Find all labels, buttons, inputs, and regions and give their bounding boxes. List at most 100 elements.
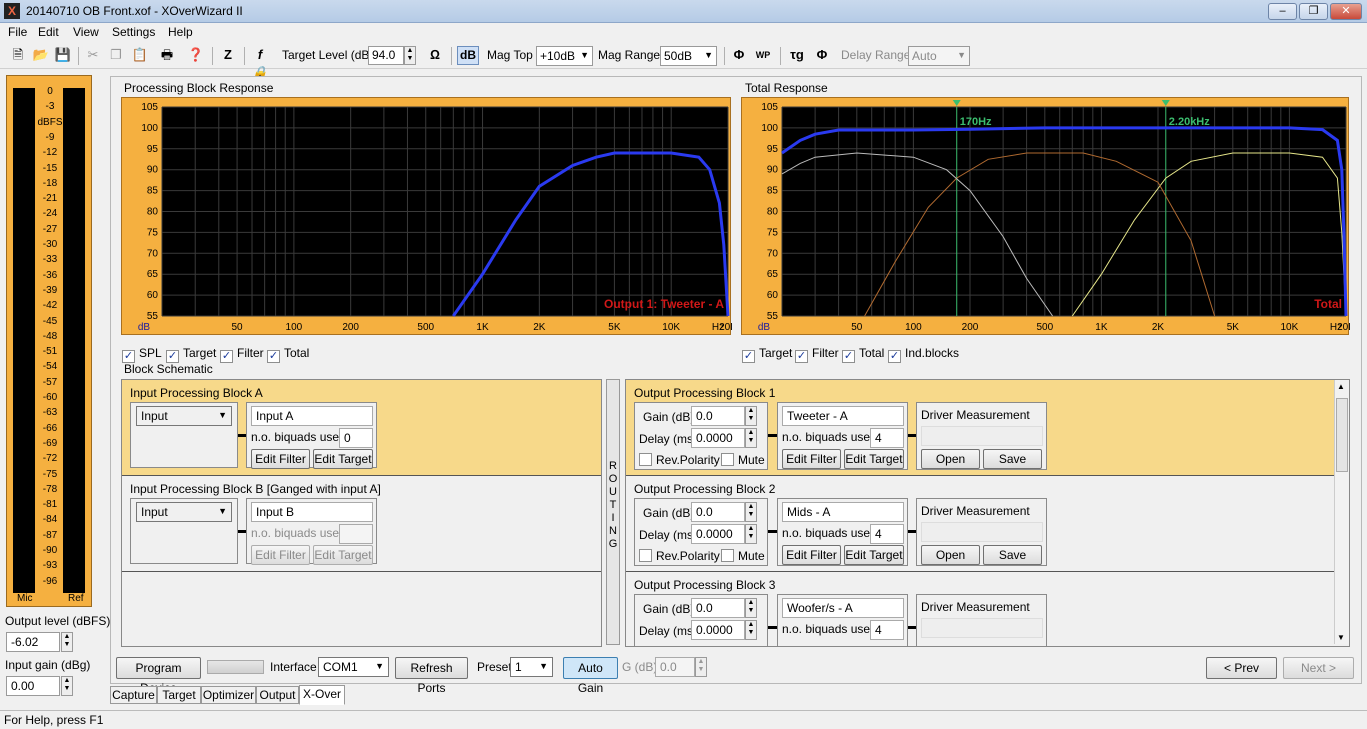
output-name-field[interactable]: Mids - A xyxy=(782,502,904,522)
group-delay-icon[interactable]: τg xyxy=(788,46,806,64)
processing-block-chart[interactable]: 105 100 95 90 85 80 75 70 65 60 55 50 100 200 500 1K 2K 5… xyxy=(121,97,732,335)
gain-input[interactable]: 0.0 xyxy=(691,598,745,618)
gain-spinner[interactable]: ▲ ▼ xyxy=(745,598,757,618)
delay-input[interactable]: 0.0000 xyxy=(691,620,745,640)
open-measurement-button[interactable]: Open xyxy=(921,449,980,469)
input-gain-spinner[interactable]: ▲ ▼ xyxy=(61,676,73,696)
wrapped-phase-icon[interactable]: WP xyxy=(754,46,772,64)
tab-capture[interactable]: Capture xyxy=(110,686,157,704)
total-checkbox[interactable]: ✓ Total xyxy=(267,346,309,363)
edit-target-button[interactable]: Edit Target xyxy=(313,545,373,565)
cut-icon[interactable]: ✂ xyxy=(84,46,102,64)
save-measurement-button[interactable]: Save xyxy=(983,449,1042,469)
delay-spinner[interactable]: ▲ ▼ xyxy=(745,620,757,640)
edit-target-button[interactable]: Edit Target xyxy=(844,545,904,565)
output-name-field[interactable]: Tweeter - A xyxy=(782,406,904,426)
open-measurement-button[interactable]: Open xyxy=(921,545,980,565)
input-source-select[interactable]: Input ▼ xyxy=(136,406,232,426)
tab-x-over[interactable]: X-Over xyxy=(299,685,345,705)
output-level-spinner[interactable]: ▲ ▼ xyxy=(61,632,73,652)
menu-view[interactable]: View xyxy=(73,25,99,39)
db-toggle-button[interactable]: dB xyxy=(457,46,479,65)
g-db-spinner[interactable]: ▲ ▼ xyxy=(695,657,707,677)
spl-checkbox[interactable]: ✓ SPL xyxy=(122,346,162,363)
copy-icon[interactable]: ❐ xyxy=(107,46,125,64)
tab-target[interactable]: Target xyxy=(157,686,201,704)
rev-polarity-checkbox[interactable]: Rev.Polarity xyxy=(639,549,720,563)
edit-target-button[interactable]: Edit Target xyxy=(313,449,373,469)
ind-blocks-checkbox[interactable]: ✓ Ind.blocks xyxy=(888,346,959,363)
gain-spinner[interactable]: ▲ ▼ xyxy=(745,502,757,522)
tab-output[interactable]: Output xyxy=(256,686,299,704)
menu-settings[interactable]: Settings xyxy=(112,25,155,39)
auto-gain-button[interactable]: Auto Gain xyxy=(563,657,618,695)
menu-file[interactable]: File xyxy=(8,25,27,39)
gain-input[interactable]: 0.0 xyxy=(691,502,745,522)
phase-icon[interactable]: Φ xyxy=(730,46,748,64)
save-measurement-button[interactable]: Save xyxy=(983,545,1042,565)
mag-top-select[interactable]: +10dB ▼ xyxy=(536,46,593,66)
preset-select[interactable]: 1 ▼ xyxy=(510,657,553,677)
edit-filter-button[interactable]: Edit Filter xyxy=(782,449,841,469)
input-source-select[interactable]: Input ▼ xyxy=(136,502,232,522)
tab-optimizer[interactable]: Optimizer xyxy=(201,686,256,704)
edit-target-button[interactable]: Edit Target xyxy=(844,449,904,469)
open-folder-icon[interactable]: 📂 xyxy=(32,46,50,64)
total-filter-checkbox[interactable]: ✓ Filter xyxy=(795,346,839,363)
close-window-button[interactable]: ✕ xyxy=(1330,3,1362,20)
output-blocks-scrollbar[interactable]: ▲ ▼ xyxy=(1334,380,1349,644)
filter-checkbox[interactable]: ✓ Filter xyxy=(220,346,264,363)
meter-tick-label: 0 xyxy=(47,86,53,97)
output-name-field[interactable]: Woofer/s - A xyxy=(782,598,904,618)
delay-range-select[interactable]: Auto ▼ xyxy=(908,46,970,66)
new-file-icon[interactable]: 🗎 xyxy=(9,46,27,64)
mute-checkbox[interactable]: Mute xyxy=(721,549,765,563)
edit-filter-button[interactable]: Edit Filter xyxy=(782,545,841,565)
total-total-checkbox[interactable]: ✓ Total xyxy=(842,346,884,363)
context-help-icon[interactable]: ❓ xyxy=(187,46,205,64)
rev-polarity-checkbox[interactable]: Rev.Polarity xyxy=(639,453,720,467)
scroll-up-icon[interactable]: ▲ xyxy=(1337,382,1345,391)
gain-input[interactable]: 0.0 xyxy=(691,406,745,426)
restore-button[interactable]: ❐ xyxy=(1299,3,1328,20)
mag-range-select[interactable]: 50dB ▼ xyxy=(660,46,717,66)
target-level-spinner[interactable]: ▲ ▼ xyxy=(404,46,416,65)
output-level-input[interactable]: -6.02 xyxy=(6,632,60,652)
program-device-button[interactable]: Program Device xyxy=(116,657,201,695)
g-db-input[interactable]: 0.0 xyxy=(655,657,695,677)
impedance-icon[interactable]: Z xyxy=(219,46,237,64)
next-button[interactable]: Next > xyxy=(1283,657,1354,679)
edit-filter-button[interactable]: Edit Filter xyxy=(251,449,310,469)
input-gain-input[interactable]: 0.00 xyxy=(6,676,60,696)
edit-filter-button[interactable]: Edit Filter xyxy=(251,545,310,565)
delay-input[interactable]: 0.0000 xyxy=(691,524,745,544)
check-icon: ✓ xyxy=(742,350,755,363)
lock-frequency-icon[interactable]: f🔒 xyxy=(251,46,269,80)
refresh-ports-button[interactable]: Refresh Ports xyxy=(395,657,468,695)
input-name-field[interactable]: Input B xyxy=(251,502,373,522)
gain-spinner[interactable]: ▲ ▼ xyxy=(745,406,757,426)
mute-checkbox[interactable]: Mute xyxy=(721,453,765,467)
interface-select[interactable]: COM1 ▼ xyxy=(318,657,389,677)
print-icon[interactable]: 🖶 xyxy=(158,46,176,64)
target-level-input[interactable]: 94.0 xyxy=(368,46,404,65)
gain-label: Gain (dB) xyxy=(643,410,695,424)
menu-edit[interactable]: Edit xyxy=(38,25,59,39)
total-target-checkbox[interactable]: ✓ Target xyxy=(742,346,792,363)
scroll-down-icon[interactable]: ▼ xyxy=(1337,633,1345,642)
delay-spinner[interactable]: ▲ ▼ xyxy=(745,524,757,544)
minimize-button[interactable]: – xyxy=(1268,3,1297,20)
delay-input[interactable]: 0.0000 xyxy=(691,428,745,448)
target-curve-icon[interactable]: Ω xyxy=(426,46,444,64)
scrollbar-thumb[interactable] xyxy=(1336,398,1348,472)
save-icon[interactable]: 💾 xyxy=(54,46,72,64)
routing-button[interactable]: ROUTING xyxy=(606,379,620,645)
phase-delay-icon[interactable]: Φ xyxy=(813,46,831,64)
input-name-field[interactable]: Input A xyxy=(251,406,373,426)
paste-icon[interactable]: 📋 xyxy=(131,46,149,64)
menu-help[interactable]: Help xyxy=(168,25,193,39)
total-response-chart[interactable]: 105 100 95 90 85 80 75 70 65 60 55 50 100 200 500 1K 2K 5… xyxy=(741,97,1350,335)
prev-button[interactable]: < Prev xyxy=(1206,657,1277,679)
target-checkbox[interactable]: ✓ Target xyxy=(166,346,216,363)
delay-spinner[interactable]: ▲ ▼ xyxy=(745,428,757,448)
